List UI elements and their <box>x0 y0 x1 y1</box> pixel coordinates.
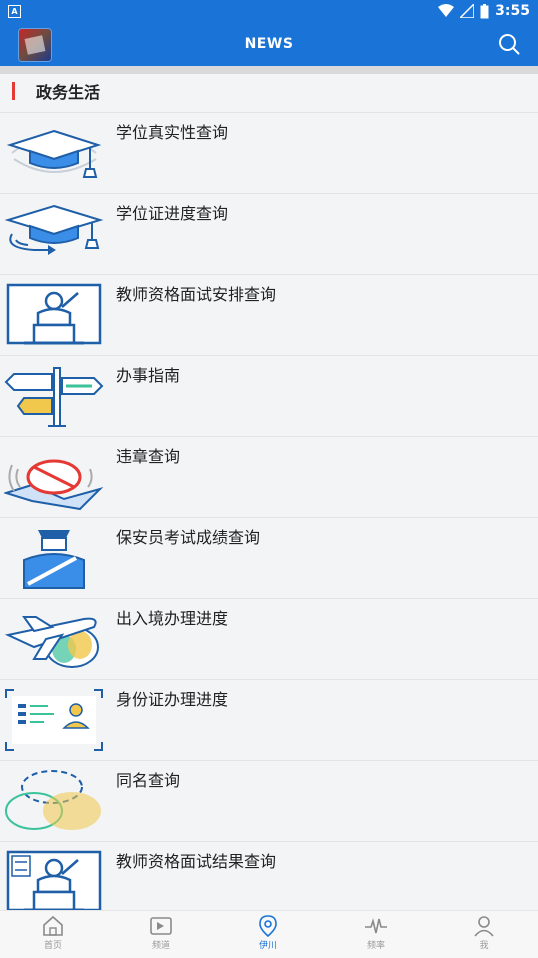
section-accent-bar <box>12 82 15 100</box>
section-title: 政务生活 <box>36 83 101 102</box>
teacher-podium-icon <box>6 283 102 345</box>
list-item-label: 办事指南 <box>116 366 181 385</box>
status-bar: A 3:55 <box>0 0 538 24</box>
tab-channel[interactable]: 频道 <box>131 915 191 951</box>
list-item[interactable]: 身份证办理进度 <box>0 680 538 761</box>
user-icon <box>474 916 494 937</box>
pulse-icon <box>365 918 387 934</box>
tab-label: 频率 <box>366 941 385 951</box>
list-item[interactable]: 出入境办理进度 <box>0 599 538 680</box>
bottom-navigation: 首页 频道 伊川 频率 我 <box>0 910 538 958</box>
teacher-result-icon <box>6 850 102 912</box>
list-item[interactable]: 学位证进度查询 <box>0 194 538 275</box>
graduation-cap-arrow-icon <box>4 204 104 255</box>
overlapping-circles-icon <box>5 770 101 830</box>
clock: 3:55 <box>495 3 530 19</box>
channel-icon <box>150 917 172 935</box>
list-item[interactable]: 保安员考试成绩查询 <box>0 518 538 599</box>
app-bar: NEWS <box>0 24 538 66</box>
list-item-label: 学位证进度查询 <box>116 204 229 223</box>
header-divider <box>0 66 538 74</box>
list-item[interactable]: 办事指南 <box>0 356 538 437</box>
list-item[interactable]: 学位真实性查询 <box>0 113 538 194</box>
list-item-label: 身份证办理进度 <box>116 690 229 709</box>
list-item-label: 出入境办理进度 <box>116 609 229 628</box>
signal-icon <box>460 4 475 18</box>
tab-label: 频道 <box>151 941 170 951</box>
wifi-icon <box>438 4 455 17</box>
service-list: 学位真实性查询 学位证进度查询 教师资格面试安排查询 办事指南 违章查询 保安员… <box>0 113 538 923</box>
tab-home[interactable]: 首页 <box>23 915 83 951</box>
tab-yichuan[interactable]: 伊川 <box>238 915 298 951</box>
location-icon <box>259 915 277 937</box>
home-icon <box>43 915 63 936</box>
battery-icon <box>480 3 489 18</box>
list-item-label: 同名查询 <box>116 771 181 790</box>
list-item[interactable]: 教师资格面试安排查询 <box>0 275 538 356</box>
app-title: NEWS <box>244 36 294 52</box>
list-item-label: 学位真实性查询 <box>116 123 229 142</box>
tab-me[interactable]: 我 <box>454 915 514 951</box>
list-item[interactable]: 同名查询 <box>0 761 538 842</box>
airplane-globe-icon <box>4 616 99 668</box>
security-guard-icon <box>23 530 85 589</box>
section-header: 政务生活 <box>0 76 538 113</box>
tab-frequency[interactable]: 频率 <box>346 915 406 951</box>
tab-label: 我 <box>479 941 489 951</box>
list-item-label: 教师资格面试结果查询 <box>116 852 277 871</box>
app-notification-icon: A <box>8 5 21 18</box>
list-item-label: 教师资格面试安排查询 <box>116 285 277 304</box>
no-entry-icon <box>4 459 104 511</box>
list-item-label: 违章查询 <box>116 447 181 466</box>
signpost-icon <box>4 367 104 427</box>
search-icon[interactable] <box>498 33 520 55</box>
id-card-icon <box>5 689 103 751</box>
list-item[interactable]: 违章查询 <box>0 437 538 518</box>
tab-label: 伊川 <box>258 941 277 951</box>
graduation-cap-icon <box>6 129 102 178</box>
list-item-label: 保安员考试成绩查询 <box>116 528 261 547</box>
tab-label: 首页 <box>43 941 62 951</box>
